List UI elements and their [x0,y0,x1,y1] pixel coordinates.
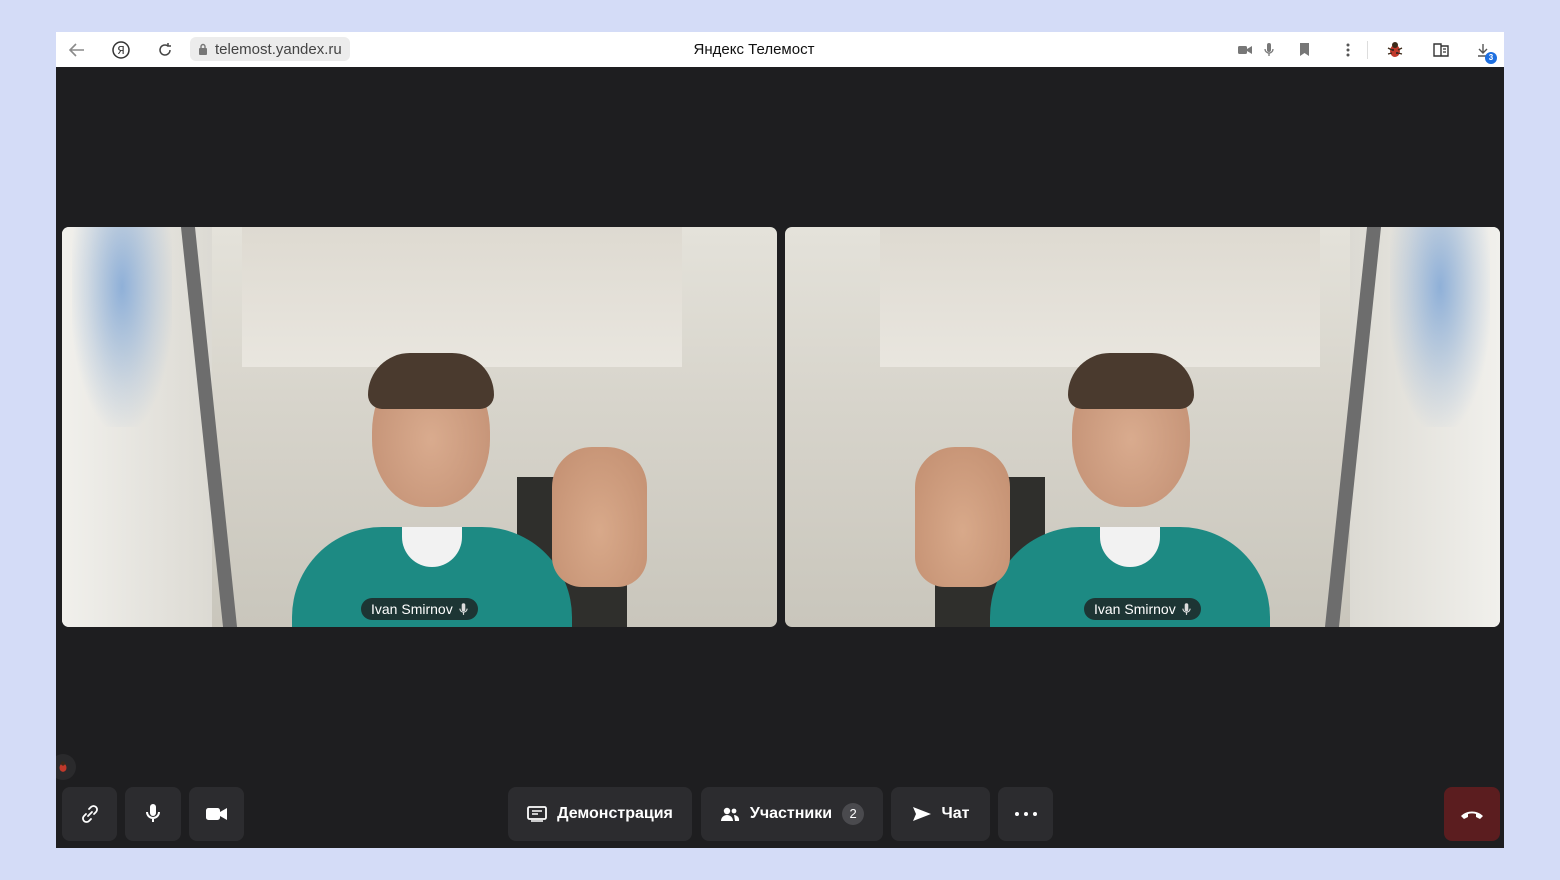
kebab-menu-icon[interactable] [1338,32,1358,67]
microphone-icon[interactable] [1259,32,1279,67]
reader-icon[interactable] [1428,32,1454,67]
participants-count-badge: 2 [842,803,865,825]
send-arrow-icon [912,807,931,821]
toolbar-divider [1367,41,1368,59]
more-dots-icon [1014,812,1037,816]
participants-button[interactable]: Участники 2 [701,787,883,841]
bug-extension-icon[interactable] [56,754,76,780]
browser-toolbar: Я telemost.yandex.ru Яндекс Телемост 3 [56,32,1504,67]
camera-button[interactable] [189,787,244,841]
video-feed [785,227,1500,627]
microphone-button[interactable] [125,787,181,841]
yandex-logo-icon[interactable]: Я [108,32,134,67]
hangup-icon [1461,811,1483,819]
address-bar[interactable]: telemost.yandex.ru [190,37,350,61]
microphone-icon [146,804,160,822]
video-feed [62,227,777,627]
participant-name-tag: Ivan Smirnov [1084,598,1201,620]
screen-share-icon [527,806,548,822]
participants-icon [720,807,739,821]
end-call-button[interactable] [1444,787,1500,841]
lock-icon [199,43,207,55]
screen-share-label: Демонстрация [557,805,673,822]
copy-link-button[interactable] [62,787,117,841]
chat-label: Чат [941,805,970,822]
back-arrow-icon[interactable] [64,32,90,67]
link-icon [81,805,98,823]
participant-video [915,353,1270,627]
downloads-count-badge: 3 [1485,52,1497,64]
participant-name-tag: Ivan Smirnov [361,598,478,620]
camera-icon [205,808,227,820]
participants-label: Участники [749,805,833,822]
screen-share-button[interactable]: Демонстрация [508,787,692,841]
camera-icon[interactable] [1235,32,1255,67]
video-tile-2[interactable]: Ivan Smirnov [785,227,1500,627]
chat-button[interactable]: Чат [891,787,990,841]
svg-text:Я: Я [117,44,125,57]
bookmark-icon[interactable] [1294,32,1314,67]
bug-extension-icon[interactable] [1382,32,1408,67]
microphone-icon [1182,602,1191,615]
more-options-button[interactable] [998,787,1053,841]
reload-icon[interactable] [152,32,178,67]
video-tile-1[interactable]: Ivan Smirnov [62,227,777,627]
participant-video [292,353,647,627]
microphone-icon [459,602,468,615]
app-window: Я telemost.yandex.ru Яндекс Телемост 3 I… [56,32,1504,848]
participant-name: Ivan Smirnov [1094,601,1176,617]
url-text: telemost.yandex.ru [215,40,342,58]
participant-name: Ivan Smirnov [371,601,453,617]
